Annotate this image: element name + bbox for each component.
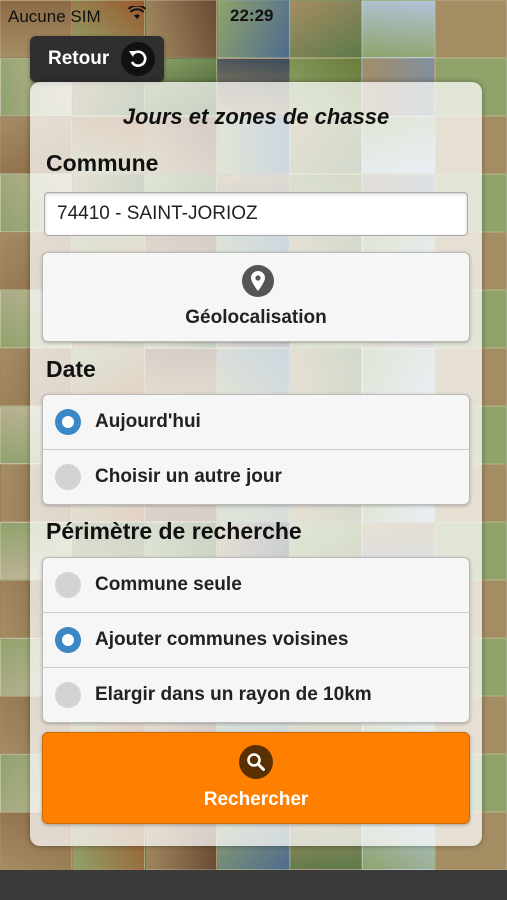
- back-button-label: Retour: [48, 48, 110, 69]
- radio-selected-icon: [55, 627, 81, 653]
- geolocation-label: Géolocalisation: [185, 307, 327, 328]
- perimeter-label: Périmètre de recherche: [46, 518, 302, 544]
- perimeter-option-10km[interactable]: Elargir dans un rayon de 10km: [43, 667, 469, 722]
- back-button[interactable]: Retour: [30, 36, 164, 82]
- radio-label: Aujourd'hui: [95, 411, 201, 432]
- carrier-label: Aucune SIM: [8, 7, 101, 26]
- undo-arrow-icon: [121, 42, 156, 76]
- radio-label: Ajouter communes voisines: [95, 629, 349, 650]
- date-label: Date: [46, 356, 96, 382]
- radio-unselected-icon: [55, 682, 81, 708]
- radio-unselected-icon: [55, 464, 81, 490]
- radio-label: Choisir un autre jour: [95, 466, 282, 487]
- search-icon: [239, 745, 273, 779]
- clock: 22:29: [230, 6, 274, 25]
- perimeter-radio-group: Commune seule Ajouter communes voisines …: [42, 557, 470, 723]
- date-radio-group: Aujourd'hui Choisir un autre jour: [42, 394, 470, 505]
- perimeter-option-commune-only[interactable]: Commune seule: [43, 558, 469, 612]
- radio-label: Commune seule: [95, 574, 242, 595]
- commune-input[interactable]: [44, 192, 468, 236]
- bottom-bar: [0, 870, 507, 900]
- map-pin-icon: [242, 265, 274, 297]
- search-button[interactable]: Rechercher: [42, 732, 470, 824]
- radio-selected-icon: [55, 409, 81, 435]
- status-bar: Aucune SIM 22:29: [0, 0, 507, 30]
- date-option-other-day[interactable]: Choisir un autre jour: [43, 449, 469, 504]
- commune-label: Commune: [46, 150, 159, 176]
- page-title: Jours et zones de chasse: [122, 104, 390, 129]
- geolocation-button[interactable]: Géolocalisation: [42, 252, 470, 342]
- radio-label: Elargir dans un rayon de 10km: [95, 684, 372, 705]
- radio-unselected-icon: [55, 572, 81, 598]
- perimeter-option-neighbors[interactable]: Ajouter communes voisines: [43, 612, 469, 667]
- search-form-panel: Jours et zones de chasse Commune Géoloca…: [30, 82, 482, 846]
- search-button-label: Rechercher: [203, 789, 309, 810]
- date-option-today[interactable]: Aujourd'hui: [43, 395, 469, 449]
- wifi-icon: [127, 4, 147, 23]
